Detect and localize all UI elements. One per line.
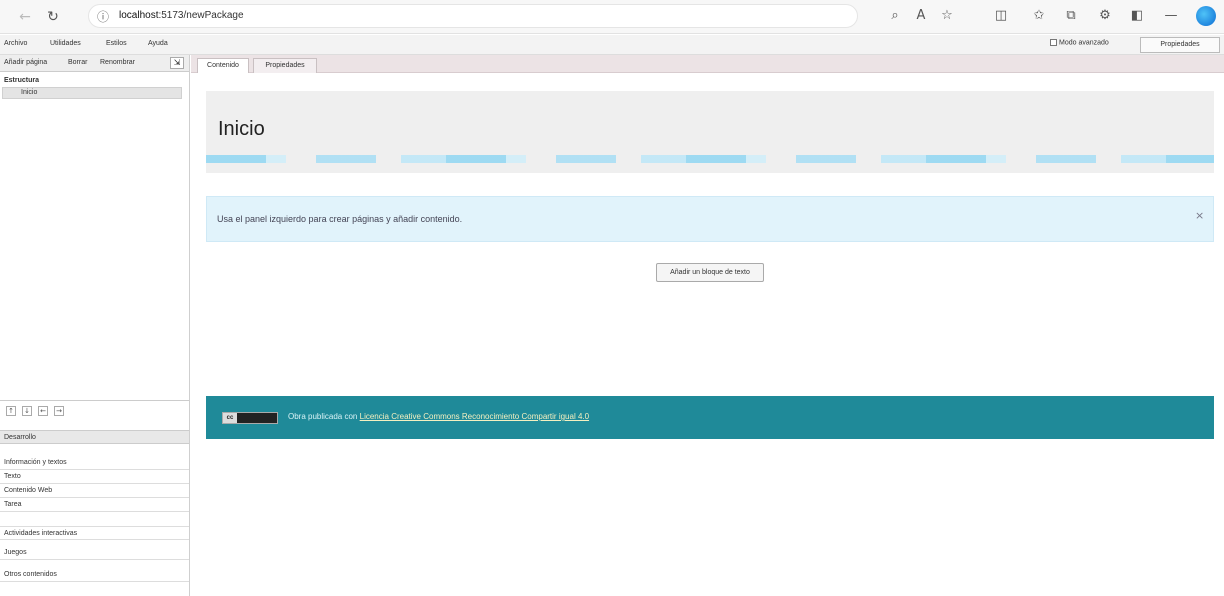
address-text: localhost:5173/newPackage: [119, 10, 244, 21]
edge-profile-icon[interactable]: [1196, 6, 1216, 26]
idevice-group-select[interactable]: Desarrollo: [0, 430, 189, 444]
advanced-mode-checkbox[interactable]: Modo avanzado: [1050, 39, 1109, 46]
read-aloud-icon[interactable]: A: [912, 7, 930, 25]
cc-badge: cc: [222, 412, 278, 424]
collapse-icon[interactable]: ⇲: [170, 57, 184, 69]
delete-page-button[interactable]: Borrar: [68, 59, 87, 66]
favorite-icon[interactable]: ☆: [938, 7, 956, 25]
add-text-block-button[interactable]: Añadir un bloque de texto: [656, 263, 764, 282]
alert-text: Usa el panel izquierdo para crear página…: [217, 214, 463, 224]
properties-button[interactable]: Propiedades: [1140, 37, 1220, 53]
license-link[interactable]: Licencia Creative Commons Reconocimiento…: [360, 412, 589, 421]
menu-estilos[interactable]: Estilos: [106, 40, 127, 47]
idevice-label: Contenido Web: [4, 487, 53, 494]
idevice-label: Otros contenidos: [4, 571, 57, 578]
collections-icon[interactable]: ⧉: [1062, 7, 1080, 25]
menu-archivo[interactable]: Archivo: [4, 40, 27, 47]
move-right-icon[interactable]: →: [54, 406, 64, 416]
browser-toolbar: ← ↻ ⓘ localhost:5173/newPackage ⌕ A ☆ ◫ …: [0, 0, 1224, 34]
move-down-icon[interactable]: ↓: [22, 406, 32, 416]
idevice-label: Tarea: [4, 501, 22, 508]
idevice-item[interactable]: Texto: [0, 470, 189, 484]
menu-utilidades[interactable]: Utilidades: [50, 40, 81, 47]
structure-panel: Añadir página Borrar Renombrar ⇲ Estruct…: [0, 55, 190, 596]
idevice-category[interactable]: Actividades interactivas: [0, 526, 189, 540]
tree-title: Estructura: [4, 77, 40, 84]
move-left-icon[interactable]: ←: [38, 406, 48, 416]
copilot-icon[interactable]: ◧: [1128, 7, 1146, 25]
zoom-icon[interactable]: ⌕: [886, 7, 904, 25]
rename-page-button[interactable]: Renombrar: [100, 59, 135, 66]
idevice-category[interactable]: Juegos: [0, 546, 189, 560]
menu-ayuda[interactable]: Ayuda: [148, 40, 168, 47]
tab-properties[interactable]: Propiedades: [253, 58, 317, 73]
tree-node-label: Inicio: [21, 89, 38, 96]
idevice-label: Actividades interactivas: [4, 530, 78, 537]
more-icon[interactable]: —: [1162, 7, 1180, 25]
idevice-label: Texto: [4, 473, 21, 480]
idevice-category[interactable]: Información y textos: [0, 456, 189, 470]
idevice-group-label: Desarrollo: [4, 434, 36, 441]
structure-toolbar: Añadir página Borrar Renombrar ⇲: [0, 55, 189, 72]
favorites-icon[interactable]: ✩: [1030, 7, 1048, 25]
content-tabs: Contenido Propiedades: [191, 55, 1224, 73]
advanced-mode-label: Modo avanzado: [1059, 39, 1109, 47]
extensions-icon[interactable]: ⚙: [1096, 7, 1114, 25]
license-footer: cc Obra publicada con Licencia Creative …: [206, 396, 1214, 439]
info-alert: Usa el panel izquierdo para crear página…: [206, 196, 1214, 242]
cc-badge-label: cc: [223, 413, 237, 423]
idevice-label: Información y textos: [4, 459, 67, 466]
add-page-button[interactable]: Añadir página: [4, 59, 47, 66]
checkbox-box[interactable]: [1050, 39, 1057, 46]
idevice-label: Juegos: [4, 549, 27, 556]
back-icon[interactable]: ←: [16, 8, 34, 26]
idevice-item[interactable]: Tarea: [0, 498, 189, 512]
tree-node-inicio[interactable]: Inicio: [2, 87, 182, 99]
reload-icon[interactable]: ↻: [44, 8, 62, 26]
app-menubar: Archivo Utilidades Estilos Ayuda Modo av…: [0, 35, 1224, 55]
site-info-icon[interactable]: ⓘ: [97, 8, 109, 25]
address-bar[interactable]: ⓘ localhost:5173/newPackage: [88, 4, 858, 28]
tab-content[interactable]: Contenido: [197, 58, 249, 73]
footer-text: Obra publicada con Licencia Creative Com…: [288, 412, 589, 421]
idevice-category[interactable]: Otros contenidos: [0, 568, 189, 582]
footer-prefix: Obra publicada con: [288, 412, 358, 421]
close-icon[interactable]: ×: [1195, 209, 1204, 222]
move-up-icon[interactable]: ↑: [6, 406, 16, 416]
idevice-item[interactable]: Contenido Web: [0, 484, 189, 498]
header-decoration: [206, 155, 1214, 163]
page-header: Inicio: [206, 91, 1214, 173]
node-move-controls: ↑ ↓ ← →: [0, 400, 189, 420]
split-screen-icon[interactable]: ◫: [992, 7, 1010, 25]
page-title: Inicio: [218, 118, 265, 140]
